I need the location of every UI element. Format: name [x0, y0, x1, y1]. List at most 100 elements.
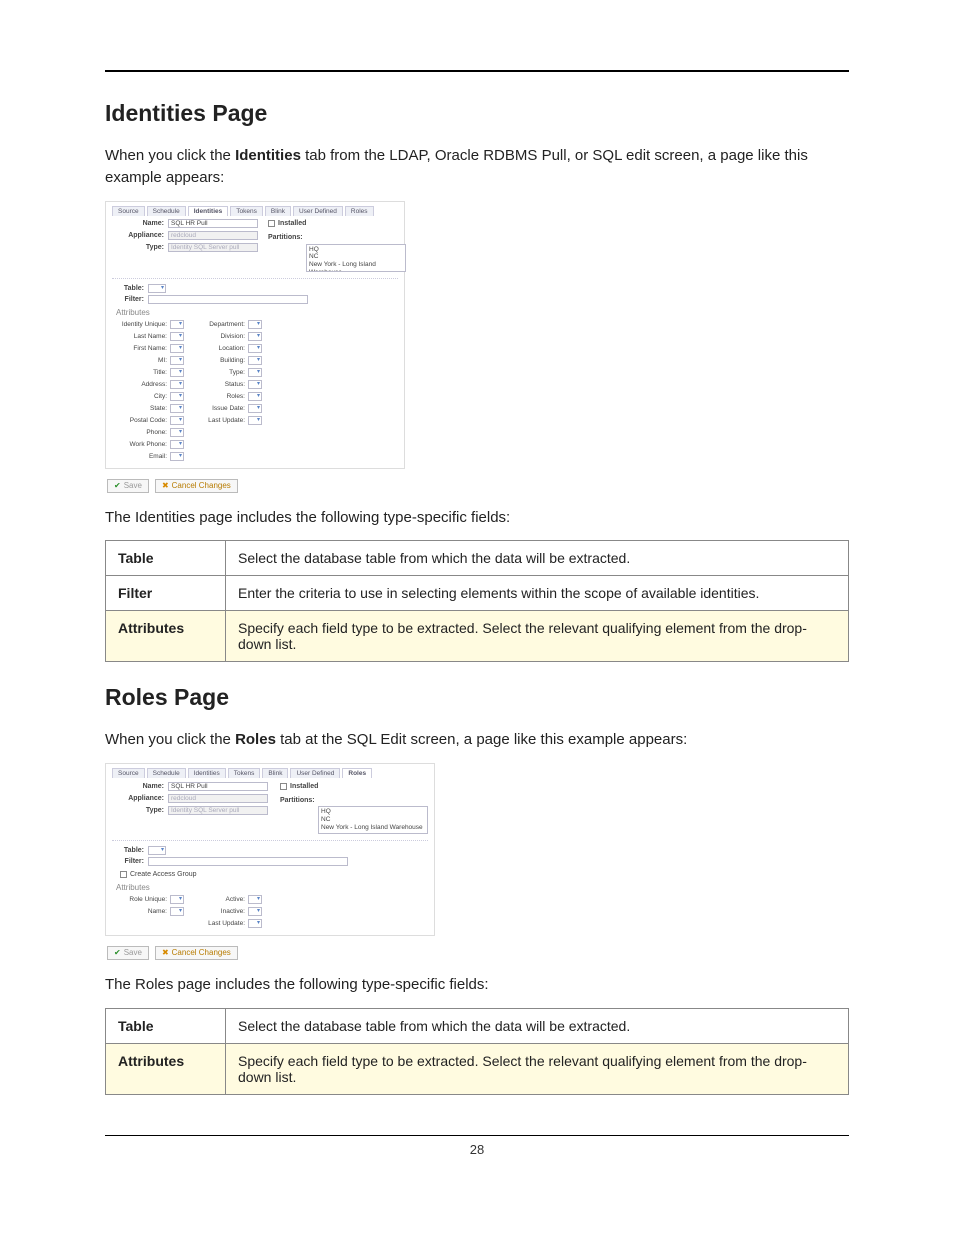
attr-select[interactable]: [170, 356, 184, 365]
attr-select[interactable]: [170, 344, 184, 353]
attr-select[interactable]: [248, 320, 262, 329]
partition-item[interactable]: NC: [309, 253, 403, 261]
installed-checkbox[interactable]: [268, 220, 275, 227]
partition-item[interactable]: New York - Long Island Warehouse: [321, 824, 425, 832]
tab-schedule[interactable]: Schedule: [147, 206, 186, 216]
tab-roles[interactable]: Roles: [345, 206, 374, 216]
table-label: Table:: [112, 847, 148, 854]
cancel-button[interactable]: ✖Cancel Changes: [155, 946, 238, 960]
tab-roles[interactable]: Roles: [342, 768, 372, 778]
attr-select[interactable]: [248, 416, 262, 425]
attr-select[interactable]: [248, 907, 262, 916]
tab-source[interactable]: Source: [112, 768, 145, 778]
attr-select[interactable]: [170, 404, 184, 413]
attr-select[interactable]: [170, 332, 184, 341]
tab-identities[interactable]: Identities: [188, 768, 226, 778]
partition-item[interactable]: New York - Long Island Warehouse: [309, 261, 403, 271]
attr-select[interactable]: [248, 404, 262, 413]
check-icon: ✔: [114, 481, 121, 490]
partition-item[interactable]: HQ: [309, 246, 403, 254]
tab-blink[interactable]: Blink: [262, 768, 288, 778]
attr-select[interactable]: [170, 392, 184, 401]
save-button[interactable]: ✔Save: [107, 479, 149, 493]
table-row: Table Select the database table from whi…: [106, 541, 849, 576]
attr-select[interactable]: [170, 320, 184, 329]
term-cell: Table: [106, 541, 226, 576]
attr-label: Identity Unique:: [116, 321, 170, 328]
tab-identities[interactable]: Identities: [188, 206, 229, 216]
table-row: Attributes Specify each field type to be…: [106, 611, 849, 662]
create-access-group-checkbox[interactable]: [120, 871, 127, 878]
attr-select[interactable]: [248, 368, 262, 377]
page-number: 28: [105, 1142, 849, 1157]
name-input[interactable]: SQL HR Pull: [168, 782, 268, 791]
attr-label: Work Phone:: [116, 441, 170, 448]
tab-tokens[interactable]: Tokens: [230, 206, 263, 216]
name-input[interactable]: SQL HR Pull: [168, 219, 258, 228]
attr-select[interactable]: [170, 452, 184, 461]
tab-source[interactable]: Source: [112, 206, 145, 216]
attr-select[interactable]: [248, 344, 262, 353]
appliance-input: redcloud: [168, 794, 268, 803]
save-button[interactable]: ✔Save: [107, 946, 149, 960]
save-label: Save: [124, 481, 142, 490]
filter-input[interactable]: [148, 295, 308, 304]
attr-label: Phone:: [116, 429, 170, 436]
attr-column-right: Active: Inactive: Last Update:: [194, 894, 262, 929]
attr-label: First Name:: [116, 345, 170, 352]
appliance-label: Appliance:: [112, 795, 168, 802]
partition-item[interactable]: HQ: [321, 808, 425, 816]
roles-after-text: The Roles page includes the following ty…: [105, 974, 849, 996]
tab-userdefined[interactable]: User Defined: [293, 206, 343, 216]
installed-label: Installed: [290, 783, 318, 790]
attr-label: Role Unique:: [116, 896, 170, 903]
table-select[interactable]: [148, 284, 166, 293]
attr-label: Title:: [116, 369, 170, 376]
type-label: Type:: [112, 807, 168, 814]
partitions-list[interactable]: HQ NC New York - Long Island Warehouse: [306, 244, 406, 272]
cancel-label: Cancel Changes: [172, 481, 231, 490]
def-cell: Enter the criteria to use in selecting e…: [226, 576, 849, 611]
attr-select[interactable]: [248, 380, 262, 389]
attr-select[interactable]: [248, 332, 262, 341]
attr-select[interactable]: [170, 416, 184, 425]
partitions-label: Partitions:: [268, 234, 303, 241]
partitions-list[interactable]: HQ NC New York - Long Island Warehouse: [318, 806, 428, 834]
tab-schedule[interactable]: Schedule: [147, 768, 186, 778]
identities-intro: When you click the Identities tab from t…: [105, 145, 849, 189]
def-cell: Select the database table from which the…: [226, 541, 849, 576]
attr-label: Email:: [116, 453, 170, 460]
attr-select[interactable]: [248, 919, 262, 928]
cancel-button[interactable]: ✖Cancel Changes: [155, 479, 238, 493]
attr-label: Address:: [116, 381, 170, 388]
roles-intro: When you click the Roles tab at the SQL …: [105, 729, 849, 751]
cancel-icon: ✖: [162, 481, 169, 490]
intro-bold: Roles: [235, 731, 276, 748]
attr-select[interactable]: [170, 380, 184, 389]
attr-select[interactable]: [248, 895, 262, 904]
table-select[interactable]: [148, 846, 166, 855]
attr-label: Active:: [194, 896, 248, 903]
tab-blink[interactable]: Blink: [265, 206, 291, 216]
installed-checkbox[interactable]: [280, 783, 287, 790]
filter-input[interactable]: [148, 857, 348, 866]
attr-select[interactable]: [248, 392, 262, 401]
attr-label: Name:: [116, 908, 170, 915]
name-label: Name:: [112, 783, 168, 790]
table-row: Attributes Specify each field type to be…: [106, 1043, 849, 1094]
attr-label: Postal Code:: [116, 417, 170, 424]
partition-item[interactable]: NC: [321, 816, 425, 824]
def-cell: Select the database table from which the…: [226, 1008, 849, 1043]
attr-select[interactable]: [170, 440, 184, 449]
tab-tokens[interactable]: Tokens: [228, 768, 261, 778]
attr-select[interactable]: [248, 356, 262, 365]
identities-def-table: Table Select the database table from whi…: [105, 540, 849, 662]
attr-select[interactable]: [170, 907, 184, 916]
attr-label: Last Update:: [194, 920, 248, 927]
term-cell: Table: [106, 1008, 226, 1043]
attr-select[interactable]: [170, 895, 184, 904]
attr-label: MI:: [116, 357, 170, 364]
attr-select[interactable]: [170, 368, 184, 377]
attr-select[interactable]: [170, 428, 184, 437]
tab-userdefined[interactable]: User Defined: [290, 768, 340, 778]
